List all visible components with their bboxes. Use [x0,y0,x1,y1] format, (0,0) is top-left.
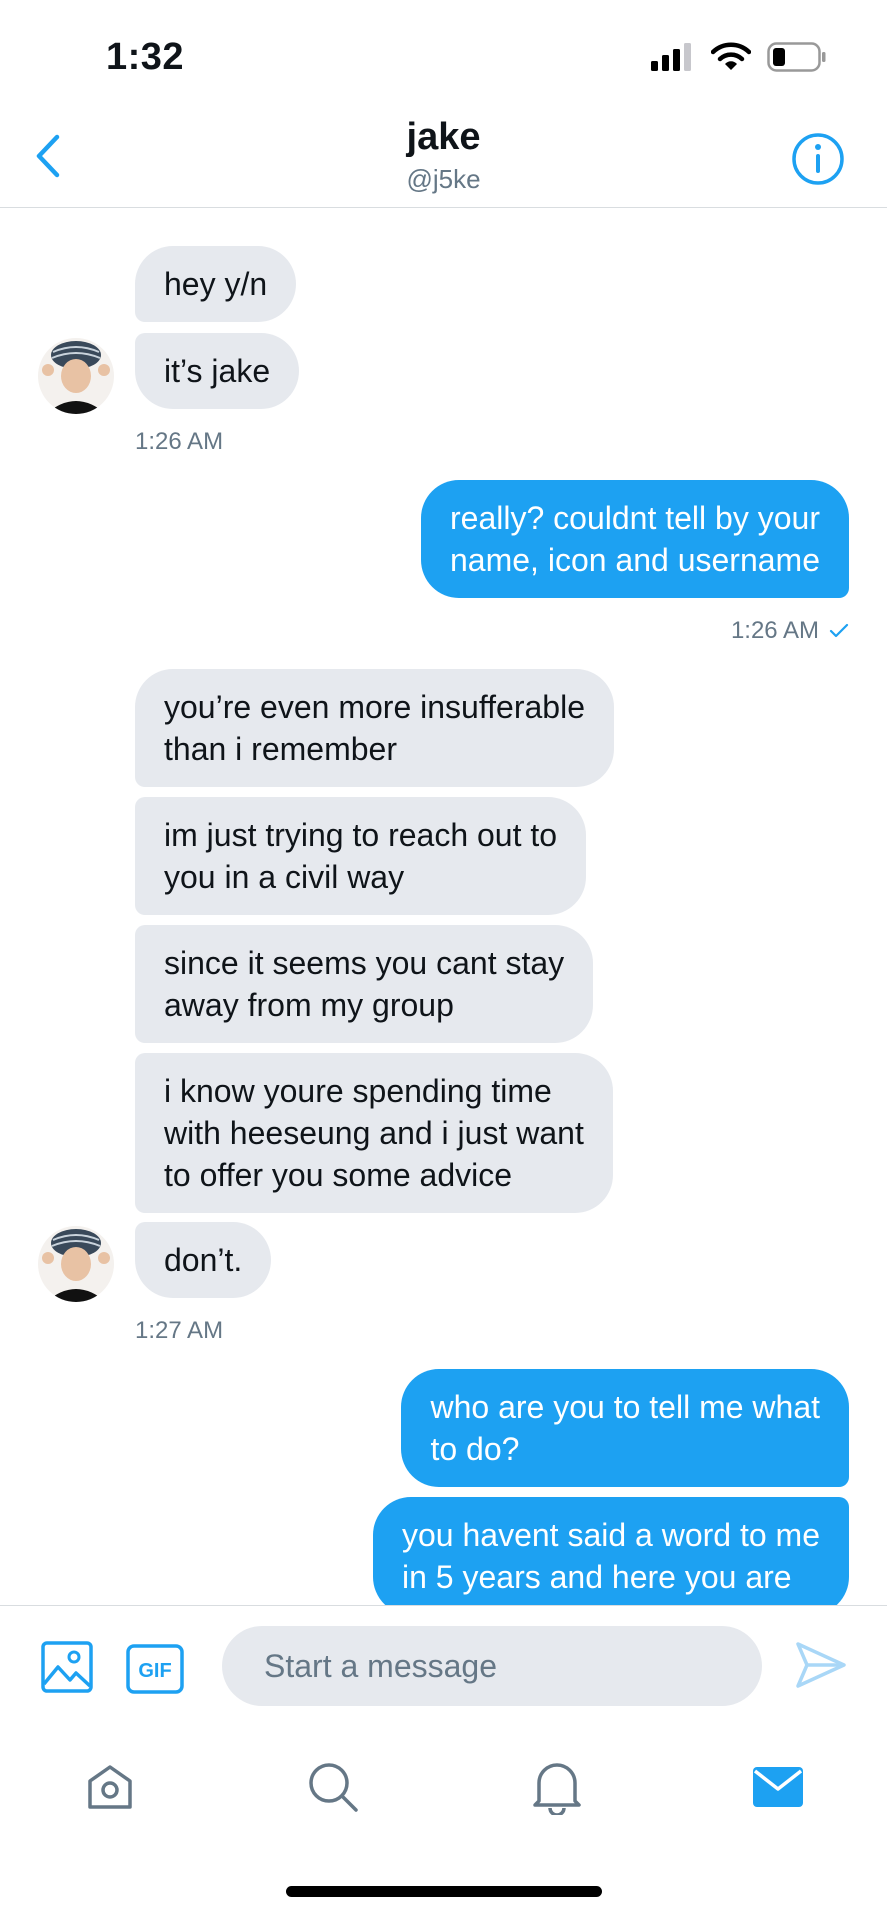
add-gif-button[interactable]: GIF [126,1644,184,1699]
message-text-line: with heeseung and i just want [164,1115,584,1151]
message-text: hey y/n [164,266,268,302]
message-timestamp: 1:26 AM [135,428,224,455]
home-indicator [286,1886,602,1897]
wifi-icon [711,42,751,70]
message-text-line: who are you to tell me what [430,1389,820,1425]
avatar[interactable] [38,1226,114,1302]
message-text: it’s jake [164,353,271,389]
message-timestamp: 1:26 AM [730,617,819,644]
message-text-line: you havent said a word to me [401,1517,820,1553]
message-text-line: since it seems you cant stay [164,945,565,981]
message-text-line: than i remember [164,731,397,767]
message-text-line: to offer you some advice [164,1157,513,1193]
message-bubble-outgoing[interactable]: you havent said a word to me in 5 years … [372,1497,849,1605]
message-text-line: in 5 years and here you are [401,1559,792,1595]
message-text-line: you in a civil way [164,859,405,895]
conversation-handle[interactable]: @j5ke [0,164,887,195]
tab-messages[interactable] [748,1757,808,1817]
user-avatar-image [38,1226,114,1302]
message-bubble-incoming[interactable]: it’s jake [135,333,300,409]
conversation-title[interactable]: jake [0,116,887,159]
message-bubble-incoming[interactable]: im just trying to reach out to you in a … [135,797,587,915]
info-button[interactable] [791,132,845,186]
message-text-line: really? couldnt tell by your [450,500,820,536]
message-composer: GIF [0,1605,887,1729]
message-input[interactable] [222,1626,762,1706]
info-icon [792,133,844,185]
status-time: 1:32 [106,36,185,78]
status-bar: 1:32 [0,0,887,110]
message-bubble-outgoing[interactable]: really? couldnt tell by your name, icon … [421,480,849,598]
message-timestamp: 1:27 AM [135,1317,224,1344]
message-text-line: i know youre spending time [164,1073,552,1109]
message-list[interactable]: hey y/n it’s jake 1:26 AM really? couldn… [0,209,887,1605]
tab-search[interactable] [303,1757,363,1817]
status-icons [651,42,827,72]
check-icon [829,623,849,638]
message-text-line: you’re even more insufferable [164,689,585,725]
avatar[interactable] [38,338,114,414]
message-text-line: name, icon and username [450,542,820,578]
message-bubble-incoming[interactable]: hey y/n [135,246,297,322]
home-icon [88,1765,132,1809]
tab-notifications[interactable] [527,1757,587,1817]
message-text-line: away from my group [164,987,454,1023]
message-text-line: to do? [430,1431,520,1467]
message-text-line: im just trying to reach out to [164,817,558,853]
signal-icon [651,43,691,71]
message-bubble-incoming[interactable]: don’t. [135,1222,272,1298]
battery-icon [767,42,826,72]
search-icon [309,1763,358,1812]
gif-icon: GIF [126,1644,184,1694]
send-icon [796,1642,846,1688]
message-bubble-outgoing[interactable]: who are you to tell me what to do? [401,1369,849,1487]
tab-home[interactable] [80,1757,140,1817]
conversation-header: jake @j5ke [0,110,887,208]
message-bubble-incoming[interactable]: i know youre spending time with heeseung… [135,1053,613,1213]
message-bubble-incoming[interactable]: you’re even more insufferable than i rem… [135,669,614,787]
message-status: 1:26 AM [731,617,849,645]
bell-icon [533,1763,581,1815]
gif-label: GIF [138,1660,171,1682]
bottom-tab-bar [0,1729,887,1849]
image-icon [41,1641,93,1693]
user-avatar-image [38,338,114,414]
mail-icon [753,1767,803,1807]
message-bubble-incoming[interactable]: since it seems you cant stay away from m… [135,925,594,1043]
send-button[interactable] [795,1640,847,1695]
message-text: don’t. [164,1242,243,1278]
add-image-button[interactable] [40,1640,94,1699]
